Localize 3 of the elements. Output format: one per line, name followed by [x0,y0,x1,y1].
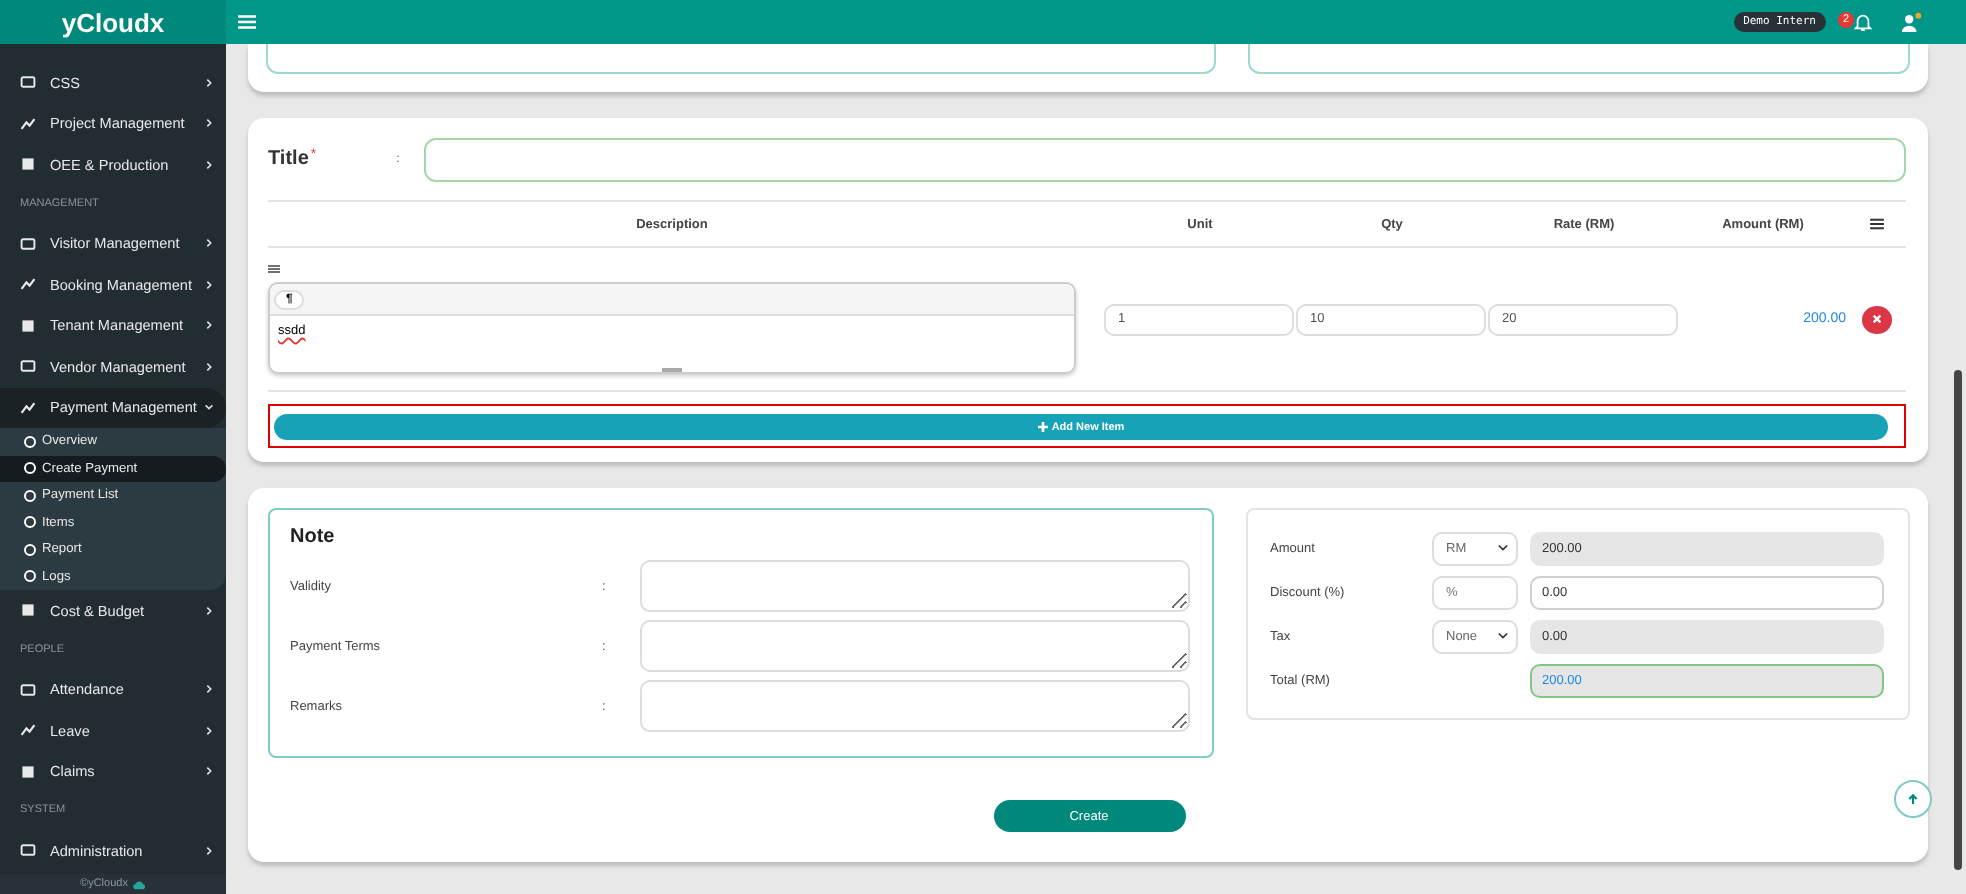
note-title: Note [290,526,337,548]
title-label: Title [268,148,309,170]
brand-logo: yCloudx [0,0,226,44]
